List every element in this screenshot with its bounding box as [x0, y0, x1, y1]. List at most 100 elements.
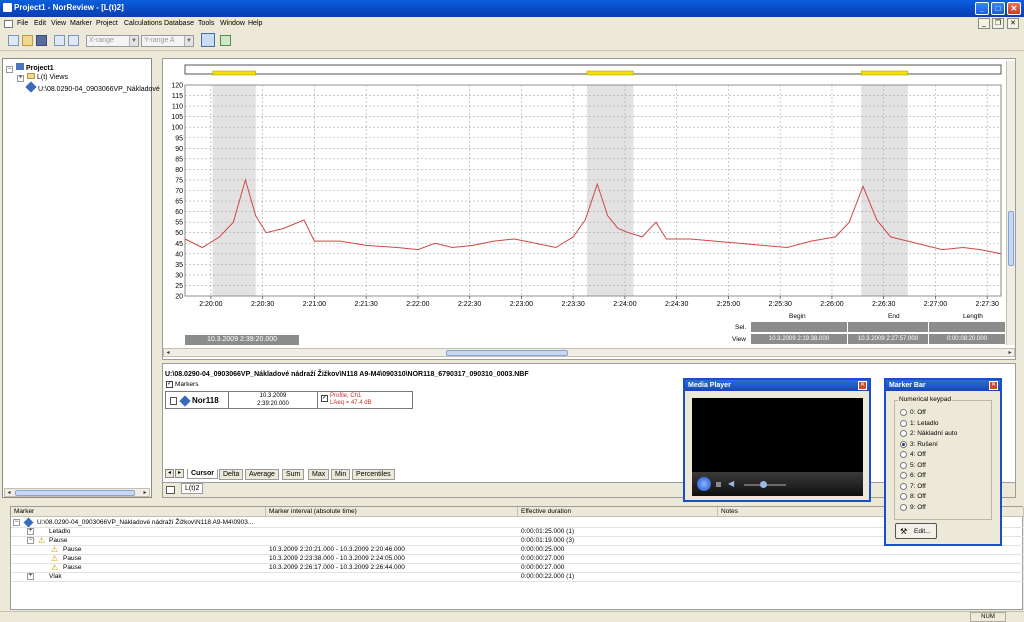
- tab-nav[interactable]: ◂ ▸: [165, 469, 189, 479]
- menu-help[interactable]: Help: [248, 20, 262, 27]
- marker-option[interactable]: 1: Letadlo: [900, 419, 988, 429]
- video-area[interactable]: [692, 398, 863, 472]
- tree-root[interactable]: − Project1: [6, 63, 54, 73]
- table-row[interactable]: + Letadlo 0:00:01:25.000 (1): [11, 527, 1024, 536]
- scroll-right-icon[interactable]: ▸: [1006, 349, 1014, 356]
- export-icon[interactable]: [220, 35, 231, 46]
- radio-button[interactable]: [900, 482, 907, 490]
- tab-sum[interactable]: Sum: [282, 469, 305, 480]
- grid-view-icon[interactable]: [201, 33, 215, 47]
- maximize-button[interactable]: □: [991, 2, 1005, 15]
- close-icon[interactable]: ✕: [989, 381, 998, 390]
- table-row[interactable]: − U:\08.0290-04_0903066VP_Nákladové nádr…: [11, 517, 1024, 528]
- tab-percentiles[interactable]: Percentiles: [352, 469, 395, 480]
- collapse-icon[interactable]: −: [27, 537, 34, 544]
- marker-option[interactable]: 7: Off: [900, 482, 988, 492]
- menu-calculations[interactable]: Calculations: [124, 20, 162, 27]
- radio-button[interactable]: [900, 409, 907, 416]
- marker-option[interactable]: 5: Off: [900, 461, 988, 471]
- marker-option[interactable]: 8: Off: [900, 492, 988, 502]
- tab-prev-icon[interactable]: ◂: [165, 469, 174, 478]
- stop-icon[interactable]: [716, 482, 721, 487]
- mdi-close-button[interactable]: ✕: [1007, 18, 1019, 29]
- radio-button[interactable]: [900, 440, 907, 448]
- tab-min[interactable]: Min: [331, 469, 351, 480]
- tab-document-lt2[interactable]: L(t)2: [181, 483, 204, 494]
- table-row[interactable]: ⚠ Pause 10.3.2009 2:20:21.000 - 10.3.200…: [11, 545, 1024, 554]
- radio-button[interactable]: [900, 503, 907, 511]
- volume-thumb[interactable]: [760, 481, 767, 488]
- tab-average[interactable]: Average: [245, 469, 279, 480]
- chart-vertical-scrollbar[interactable]: [1006, 61, 1015, 345]
- mdi-restore-button[interactable]: ❐: [992, 18, 1004, 29]
- menu-file[interactable]: File: [17, 20, 28, 27]
- menu-marker[interactable]: Marker: [70, 20, 92, 27]
- open-folder-icon[interactable]: [22, 35, 33, 46]
- markers-checkbox[interactable]: ✓: [166, 381, 173, 388]
- expand-icon[interactable]: +: [27, 528, 34, 535]
- radio-button[interactable]: [900, 451, 907, 458]
- column-header-duration[interactable]: Effective duration: [518, 507, 718, 517]
- marker-option[interactable]: 0: Off: [900, 408, 988, 418]
- minimize-button[interactable]: _: [975, 2, 989, 15]
- expand-icon[interactable]: +: [17, 75, 24, 82]
- collapse-icon[interactable]: −: [13, 519, 20, 526]
- mdi-minimize-button[interactable]: _: [978, 18, 990, 29]
- expand-icon[interactable]: +: [27, 573, 34, 580]
- marker-option[interactable]: 6: Off: [900, 471, 988, 481]
- menu-edit[interactable]: Edit: [34, 20, 46, 27]
- tab-next-icon[interactable]: ▸: [175, 469, 184, 478]
- tab-cursor[interactable]: Cursor: [187, 469, 218, 479]
- y-range-combo[interactable]: Y-range A ▼: [141, 35, 194, 47]
- radio-button[interactable]: [900, 430, 907, 437]
- marker-option[interactable]: 4: Off: [900, 450, 988, 460]
- menu-window[interactable]: Window: [220, 20, 245, 27]
- media-player-title[interactable]: Media Player: [685, 380, 869, 391]
- column-header-interval[interactable]: Marker interval (absolute time): [266, 507, 518, 517]
- tab-max[interactable]: Max: [308, 469, 330, 480]
- tree-item-file[interactable]: U:\08.0290-04_0903066VP_Nákladové: [25, 81, 160, 93]
- column-header-marker[interactable]: Marker: [11, 507, 266, 517]
- edit-button[interactable]: ⚒ Edit...: [895, 523, 937, 539]
- scroll-thumb[interactable]: [15, 490, 135, 496]
- radio-button[interactable]: [900, 419, 907, 427]
- close-icon[interactable]: ✕: [858, 381, 867, 390]
- x-range-combo[interactable]: X-range ▼: [86, 35, 139, 47]
- copy-icon[interactable]: [54, 35, 65, 46]
- menu-view[interactable]: View: [51, 20, 66, 27]
- chart-horizontal-scrollbar[interactable]: ◂ ▸: [163, 348, 1015, 357]
- scroll-right-icon[interactable]: ▸: [141, 489, 149, 496]
- radio-button[interactable]: [900, 493, 907, 500]
- new-icon[interactable]: [8, 35, 19, 46]
- marker-option[interactable]: 9: Off: [900, 503, 988, 513]
- table-row[interactable]: + Vlak 0:00:00:22.000 (1): [11, 572, 1024, 581]
- menu-database[interactable]: Database: [164, 20, 194, 27]
- scroll-thumb[interactable]: [446, 350, 568, 356]
- menu-project[interactable]: Project: [96, 20, 118, 27]
- scroll-left-icon[interactable]: ◂: [5, 489, 13, 496]
- document-icon[interactable]: [4, 20, 13, 28]
- marker-option[interactable]: 3: Rušení: [900, 440, 988, 450]
- marker-option[interactable]: 2: Nákladní auto: [900, 429, 988, 439]
- volume-icon[interactable]: ◀: [728, 479, 734, 488]
- menu-tools[interactable]: Tools: [198, 20, 214, 27]
- radio-button[interactable]: [900, 472, 907, 479]
- paste-icon[interactable]: [68, 35, 79, 46]
- scroll-thumb[interactable]: [1008, 211, 1014, 266]
- radio-button[interactable]: [900, 461, 907, 469]
- save-icon[interactable]: [36, 35, 47, 46]
- table-row[interactable]: ⚠ Pause 10.3.2009 2:23:38.000 - 10.3.200…: [11, 554, 1024, 563]
- profile-checkbox[interactable]: ✓: [321, 395, 328, 402]
- play-icon[interactable]: [697, 477, 711, 491]
- collapse-icon[interactable]: −: [6, 66, 13, 73]
- tree-item-views[interactable]: + L(t) Views: [17, 73, 68, 82]
- device-doc-icon: [170, 397, 177, 405]
- tree-horizontal-scrollbar[interactable]: ◂ ▸: [4, 488, 150, 497]
- scroll-left-icon[interactable]: ◂: [164, 349, 172, 356]
- marker-bar-title[interactable]: Marker Bar: [886, 380, 1000, 391]
- close-button[interactable]: ✕: [1007, 2, 1021, 15]
- table-row[interactable]: ⚠ Pause 10.3.2009 2:26:17.000 - 10.3.200…: [11, 563, 1024, 572]
- table-row[interactable]: − ⚠ Pause 0:00:01:19.000 (3): [11, 536, 1024, 545]
- tab-delta[interactable]: Delta: [219, 469, 244, 480]
- warning-icon: ⚠: [51, 545, 59, 554]
